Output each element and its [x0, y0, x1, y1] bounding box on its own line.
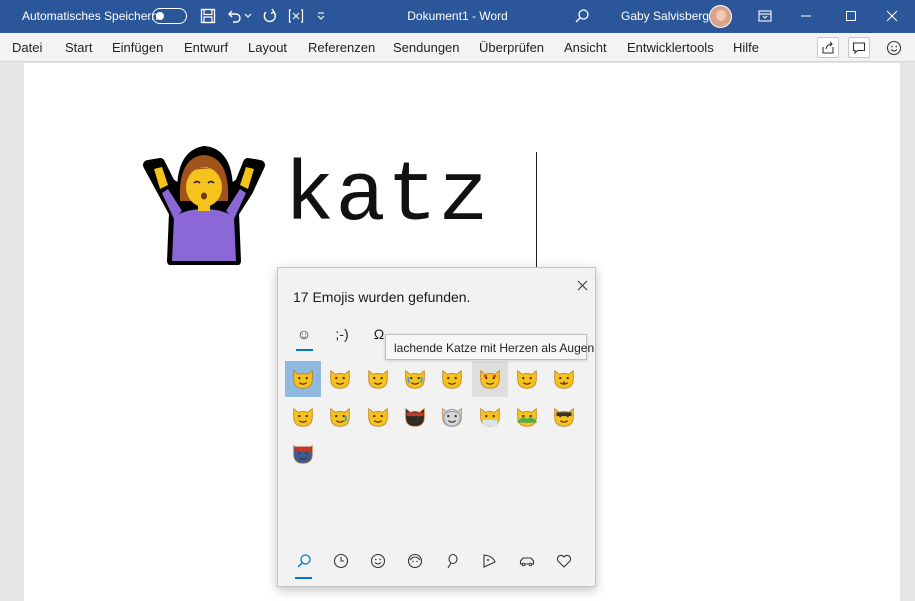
avatar[interactable]: [709, 5, 732, 28]
tab-entwicklertools[interactable]: Entwicklertools: [627, 40, 714, 55]
autosave-label: Automatisches Speichern: [22, 9, 159, 23]
cat-face-emoji[interactable]: [285, 361, 321, 397]
celebration-icon[interactable]: [440, 550, 464, 572]
title-bar: Automatisches Speichern Dokument1 - Word…: [0, 0, 915, 33]
close-panel-icon[interactable]: [574, 277, 590, 293]
undo-icon[interactable]: [225, 7, 243, 25]
document-text[interactable]: katz: [284, 148, 490, 248]
cat-emoji[interactable]: [322, 361, 358, 397]
smiley-icon[interactable]: [366, 550, 390, 572]
person-shrugging-emoji: [143, 146, 265, 265]
tab-hilfe[interactable]: Hilfe: [733, 40, 759, 55]
tab-layout[interactable]: Layout: [248, 40, 287, 55]
feedback-smiley-icon[interactable]: [883, 37, 905, 58]
search-icon[interactable]: [573, 7, 591, 25]
crying-cat-emoji[interactable]: [322, 399, 358, 435]
tab-ansicht[interactable]: Ansicht: [564, 40, 607, 55]
search-result-count: 17 Emojis wurden gefunden.: [293, 289, 471, 305]
ninja-cat-emoji[interactable]: [397, 399, 433, 435]
travel-icon[interactable]: [515, 550, 539, 572]
customize-dropdown-icon[interactable]: [314, 7, 328, 25]
user-name[interactable]: Gaby Salvisberg: [621, 9, 709, 23]
hacker-cat-emoji[interactable]: [472, 399, 508, 435]
search-icon[interactable]: [292, 550, 316, 572]
text-caret: [536, 152, 537, 270]
people-icon[interactable]: [403, 550, 427, 572]
heart-icon[interactable]: [552, 550, 576, 572]
redo-icon[interactable]: [261, 7, 279, 25]
tab-kaomoji[interactable]: ;-): [329, 323, 355, 345]
menu-bar: Datei Start Einfügen Entwurf Layout Refe…: [0, 33, 915, 62]
maximize-icon[interactable]: [840, 5, 862, 27]
weary-cat-emoji[interactable]: [360, 399, 396, 435]
active-tab-indicator: [296, 349, 313, 351]
grinning-cat-smiling-eyes-emoji[interactable]: [285, 399, 321, 435]
stunt-cat-emoji[interactable]: [285, 436, 321, 472]
tab-einfuegen[interactable]: Einfügen: [112, 40, 163, 55]
heart-eyes-cat-emoji[interactable]: [471, 361, 508, 397]
emoji-tooltip: lachende Katze mit Herzen als Augen: [385, 334, 594, 360]
layout-icon[interactable]: [287, 7, 305, 25]
autosave-toggle[interactable]: [152, 8, 187, 24]
tab-ueberpruefen[interactable]: Überprüfen: [479, 40, 544, 55]
ribbon-display-icon[interactable]: [754, 5, 776, 27]
minimize-icon[interactable]: [795, 5, 817, 27]
dino-cat-emoji[interactable]: [509, 399, 545, 435]
share-icon[interactable]: [817, 37, 839, 58]
active-bottom-tab-indicator: [295, 577, 312, 579]
tab-emoji[interactable]: ☺: [292, 323, 316, 345]
tab-sendungen[interactable]: Sendungen: [393, 40, 460, 55]
smiling-cat-emoji[interactable]: [434, 361, 470, 397]
recent-icon[interactable]: [329, 550, 353, 572]
tab-start[interactable]: Start: [65, 40, 92, 55]
comments-icon[interactable]: [848, 37, 870, 58]
food-icon[interactable]: [477, 550, 501, 572]
tab-entwurf[interactable]: Entwurf: [184, 40, 228, 55]
save-icon[interactable]: [199, 7, 217, 25]
cat-with-tears-of-joy-emoji[interactable]: [397, 361, 433, 397]
grinning-cat-emoji[interactable]: [360, 361, 396, 397]
close-icon[interactable]: [881, 5, 903, 27]
wry-smile-cat-emoji[interactable]: [509, 361, 545, 397]
kissing-cat-emoji[interactable]: [546, 361, 582, 397]
tab-datei[interactable]: Datei: [12, 40, 42, 55]
toggle-knob: [156, 11, 164, 20]
undo-dropdown-icon[interactable]: [243, 7, 253, 25]
tab-referenzen[interactable]: Referenzen: [308, 40, 375, 55]
emoji-panel: 17 Emojis wurden gefunden. ☺ ;-) Ω: [277, 267, 596, 587]
hipster-cat-emoji[interactable]: [546, 399, 582, 435]
astro-cat-emoji[interactable]: [434, 399, 470, 435]
